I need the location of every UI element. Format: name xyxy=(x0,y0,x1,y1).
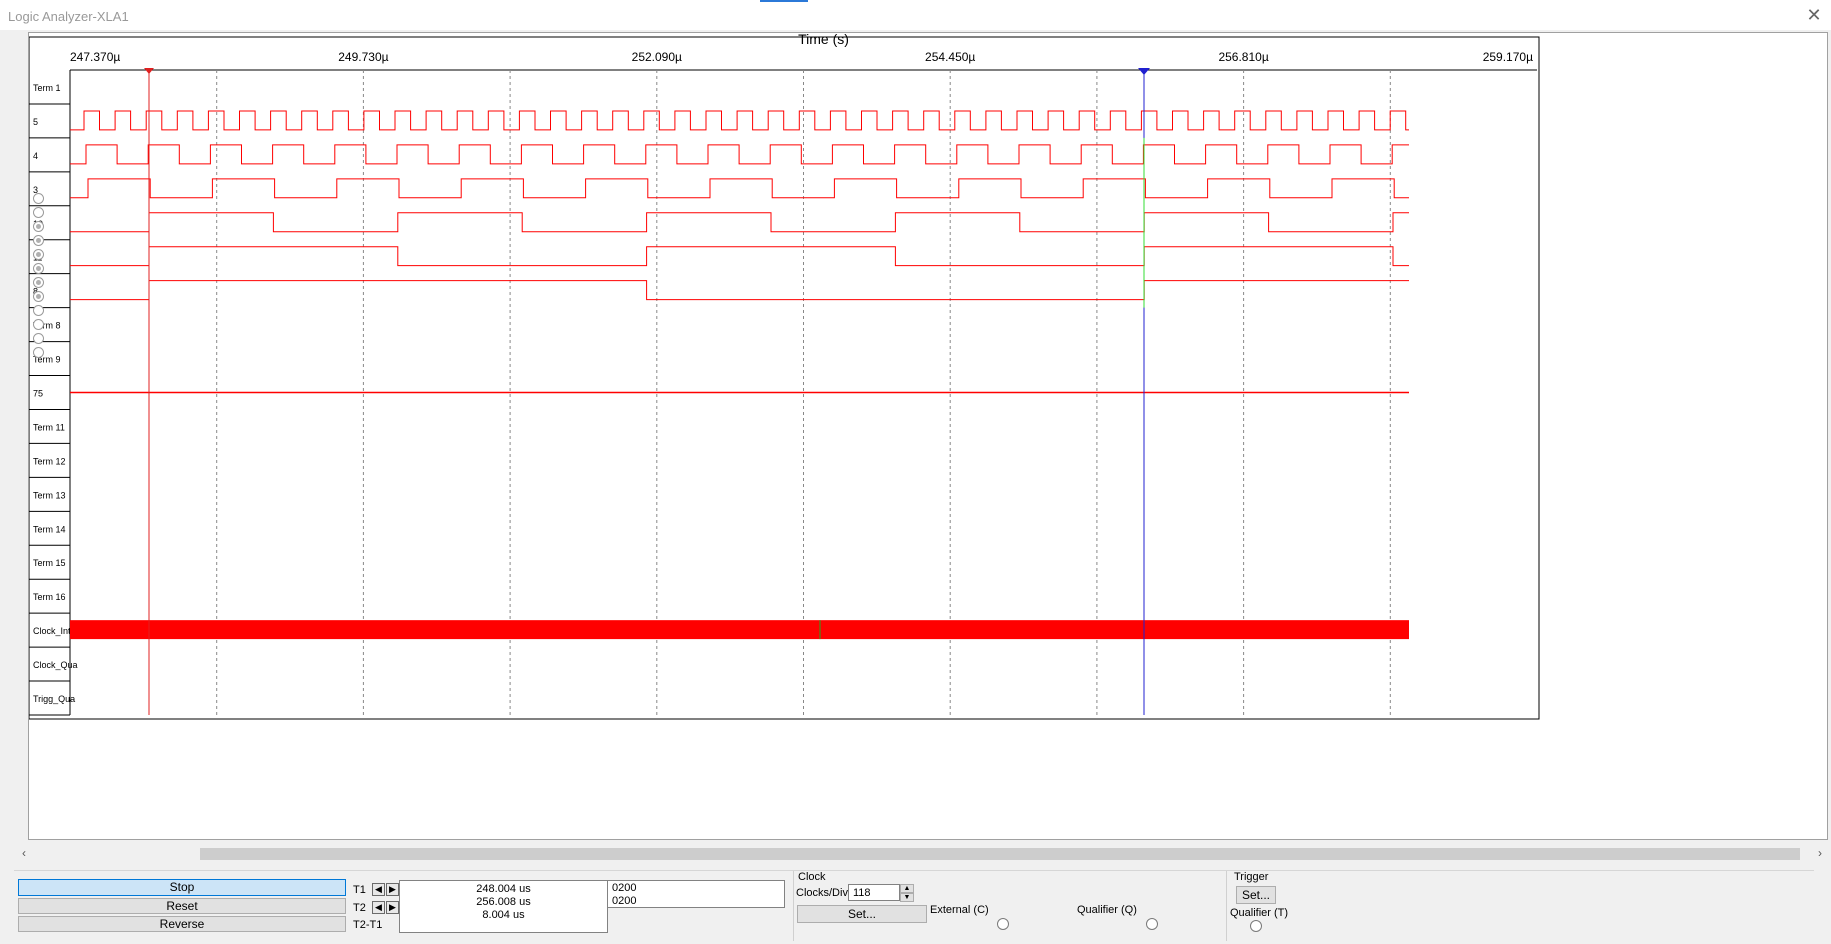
time-tick-label: 247.370µ xyxy=(70,50,120,64)
channel-label: Clock_Int xyxy=(33,626,71,636)
channel-radio[interactable] xyxy=(33,277,44,288)
title-bar: Logic Analyzer-XLA1 ✕ xyxy=(0,0,1831,30)
channel-label: Clock_Qua xyxy=(33,660,78,670)
t2t1-time-value: 8.004 us xyxy=(482,909,525,921)
external-label: External (C) xyxy=(930,904,989,916)
channel-label: Term 13 xyxy=(33,490,66,500)
x-axis-title: Time (s) xyxy=(798,33,849,47)
qualifier-q-radio[interactable] xyxy=(1146,918,1158,930)
divider xyxy=(1226,871,1227,941)
channel-radio[interactable] xyxy=(33,193,44,204)
clock-band xyxy=(70,620,1409,640)
channel-label: Term 14 xyxy=(33,524,66,534)
channel-label: 75 xyxy=(33,389,43,399)
waveform-svg: Time (s) 247.370µ 249.730µ 252.090µ 254.450µ… xyxy=(29,33,1827,839)
channel-label: Trigg_Qua xyxy=(33,694,75,704)
channel-label: Term 12 xyxy=(33,456,66,466)
divider xyxy=(793,871,794,941)
channel-radio[interactable] xyxy=(33,333,44,344)
spin-down-icon[interactable]: ▼ xyxy=(900,893,914,902)
t1-left-arrow-icon[interactable]: ◀ xyxy=(372,883,385,896)
time-tick-label: 256.810µ xyxy=(1218,50,1268,64)
stop-button[interactable]: Stop xyxy=(18,879,346,896)
time-tick-label: 259.170µ xyxy=(1483,50,1533,64)
window-title: Logic Analyzer-XLA1 xyxy=(8,9,129,24)
channel-label: 4 xyxy=(33,151,38,161)
qualifier-q-label: Qualifier (Q) xyxy=(1077,904,1137,916)
qualifier-t-label: Qualifier (T) xyxy=(1230,907,1289,919)
channel-radio[interactable] xyxy=(33,235,44,246)
channel-label: Term 1 xyxy=(33,83,61,93)
channel-label: Term 15 xyxy=(33,558,66,568)
channel-radio[interactable] xyxy=(33,249,44,260)
clock-set-button[interactable]: Set... xyxy=(797,905,927,923)
clocks-div-value: 118 xyxy=(853,887,871,899)
channel-radio[interactable] xyxy=(33,291,44,302)
control-panel: Stop Reset Reverse T1 T2 T2-T1 ◀ ▶ ◀ ▶ 2… xyxy=(14,870,1814,941)
channel-label: 5 xyxy=(33,117,38,127)
time-tick-label: 249.730µ xyxy=(338,50,388,64)
channel-radio[interactable] xyxy=(33,347,44,358)
plot-background xyxy=(29,33,1827,839)
channel-radio[interactable] xyxy=(33,221,44,232)
hex-readout: 0200 0200 xyxy=(607,880,785,908)
title-accent xyxy=(760,0,808,2)
t2-time-value: 256.008 us xyxy=(476,896,531,908)
channel-radio[interactable] xyxy=(33,305,44,316)
clock-group-label: Clock xyxy=(798,871,826,883)
t2-label: T2 xyxy=(353,902,366,914)
channel-radio[interactable] xyxy=(33,319,44,330)
t1-label: T1 xyxy=(353,884,366,896)
t2-left-arrow-icon[interactable]: ◀ xyxy=(372,901,385,914)
trigger-group-label: Trigger xyxy=(1234,871,1269,883)
close-icon[interactable]: ✕ xyxy=(1803,4,1825,26)
clocks-div-label: Clocks/Div xyxy=(796,887,848,899)
horizontal-scrollbar[interactable]: ‹ › xyxy=(22,846,1826,860)
waveform-display: Time (s) 247.370µ 249.730µ 252.090µ 254.450µ… xyxy=(28,32,1828,840)
external-radio[interactable] xyxy=(997,918,1009,930)
reset-button[interactable]: Reset xyxy=(18,898,346,914)
reverse-button[interactable]: Reverse xyxy=(18,916,346,932)
t2-right-arrow-icon[interactable]: ▶ xyxy=(386,901,399,914)
channel-radio[interactable] xyxy=(33,263,44,274)
trigger-set-button[interactable]: Set... xyxy=(1236,886,1276,904)
channel-label: Term 11 xyxy=(33,422,65,432)
t2-hex-value: 0200 xyxy=(612,895,637,907)
scrollbar-thumb[interactable] xyxy=(200,848,1800,860)
scroll-left-icon[interactable]: ‹ xyxy=(22,846,26,860)
time-tick-label: 254.450µ xyxy=(925,50,975,64)
t1-time-value: 248.004 us xyxy=(476,883,531,895)
clocks-div-input[interactable]: 118 xyxy=(848,884,900,901)
t1-right-arrow-icon[interactable]: ▶ xyxy=(386,883,399,896)
channel-label: Term 16 xyxy=(33,592,66,602)
qualifier-t-radio[interactable] xyxy=(1250,920,1262,932)
t1-hex-value: 0200 xyxy=(612,882,637,894)
t2t1-label: T2-T1 xyxy=(353,919,383,931)
channel-radio[interactable] xyxy=(33,207,44,218)
spin-up-icon[interactable]: ▲ xyxy=(900,884,914,893)
scroll-right-icon[interactable]: › xyxy=(1818,846,1822,860)
time-tick-label: 252.090µ xyxy=(632,50,682,64)
time-readout: 248.004 us 256.008 us 8.004 us xyxy=(399,880,608,933)
